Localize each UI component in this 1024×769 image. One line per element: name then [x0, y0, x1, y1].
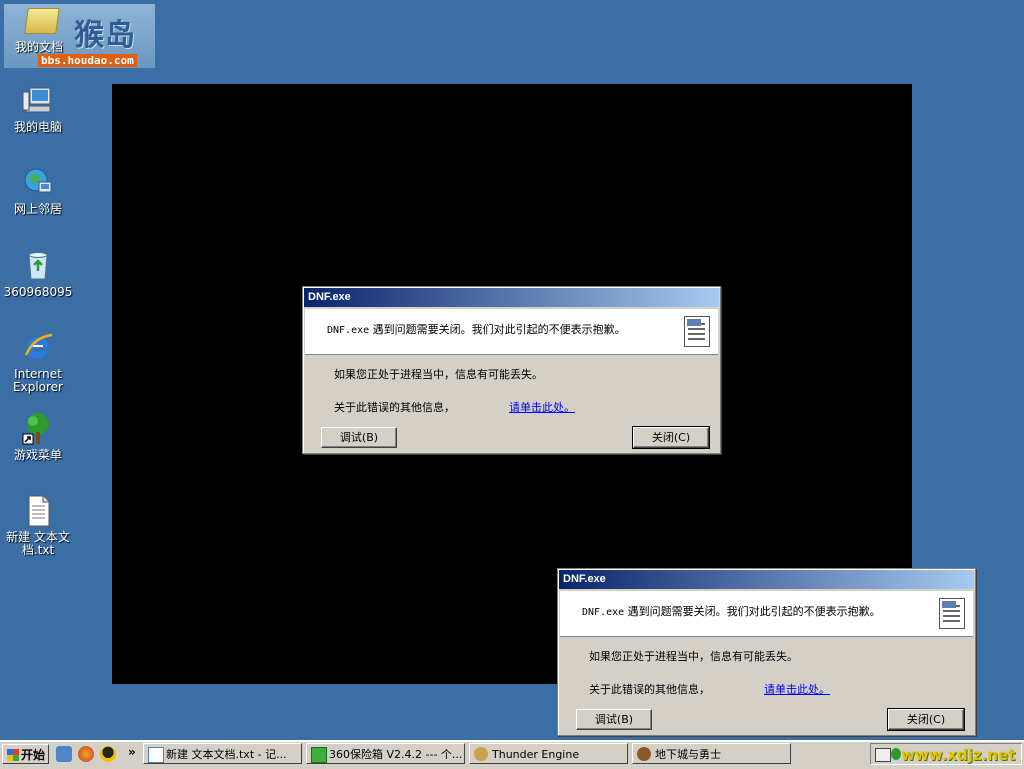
tray-app-icon[interactable]: [891, 748, 901, 760]
more-info-link[interactable]: 请单击此处。: [764, 681, 830, 697]
dialog-title[interactable]: DNF.exe: [304, 288, 719, 307]
desktop-icon-text-document[interactable]: 新建 文本文档.txt: [0, 494, 76, 557]
debug-button[interactable]: 调试(B): [576, 709, 652, 730]
dialog-message: DNF.exe 遇到问题需要关闭。我们对此引起的不便表示抱歉。: [582, 603, 881, 619]
dialog-info-line: 如果您正处于进程当中，信息有可能丢失。: [334, 368, 543, 381]
dialog-title[interactable]: DNF.exe: [559, 570, 974, 589]
desktop-icon-recycle-bin[interactable]: 360968095: [0, 249, 76, 299]
desktop-icon-label: Internet Explorer: [13, 367, 63, 394]
dialog-message: DNF.exe 遇到问题需要关闭。我们对此引起的不便表示抱歉。: [327, 321, 626, 337]
tree-shortcut-icon: [21, 412, 55, 446]
dialog-exe-name: DNF.exe: [327, 325, 370, 336]
safe-360-icon: [311, 747, 327, 763]
task-label: 新建 文本文档.txt - 记...: [166, 748, 287, 761]
text-document-icon: [21, 494, 55, 528]
desktop-icon-label: 网上邻居: [13, 202, 62, 216]
desktop-icon-internet-explorer[interactable]: Internet Explorer: [0, 331, 76, 394]
desktop-icon-game-menu[interactable]: 游戏菜单: [0, 412, 76, 462]
my-documents-icon[interactable]: [24, 8, 60, 34]
error-dialog: DNF.exe DNF.exe 遇到问题需要关闭。我们对此引起的不便表示抱歉。 …: [557, 568, 976, 736]
quicklaunch-chevron[interactable]: »: [128, 745, 136, 759]
task-dnf-game[interactable]: 地下城与勇士: [632, 743, 791, 764]
debug-button[interactable]: 调试(B): [321, 427, 397, 448]
close-button[interactable]: 关闭(C): [887, 708, 965, 731]
thunder-engine-icon: [474, 747, 488, 761]
more-info-link[interactable]: 请单击此处。: [509, 399, 575, 415]
task-360-safe[interactable]: 360保险箱 V2.4.2 --- 个...: [306, 743, 465, 764]
desktop-icon-label: 我的电脑: [13, 120, 62, 134]
watermark-url: bbs.houdao.com: [38, 54, 137, 67]
start-label: 开始: [20, 748, 45, 762]
desktop-icon-network-places[interactable]: 网上邻居: [0, 166, 76, 216]
dialog-exe-name: DNF.exe: [582, 607, 625, 618]
error-report-icon: [684, 316, 710, 347]
dialog-more-info-label: 关于此错误的其他信息，: [589, 683, 710, 696]
network-places-icon: [21, 166, 55, 200]
dialog-message-text: 遇到问题需要关闭。我们对此引起的不便表示抱歉。: [369, 323, 626, 336]
keyboard-icon[interactable]: [875, 748, 891, 762]
error-report-icon: [939, 598, 965, 629]
desktop-icon-my-computer[interactable]: 我的电脑: [0, 84, 76, 134]
xdjz-watermark: www.xdjz.net: [901, 746, 1016, 764]
task-label: 360保险箱 V2.4.2 --- 个...: [329, 748, 463, 761]
dialog-info-line: 如果您正处于进程当中，信息有可能丢失。: [589, 650, 798, 663]
windows-flag-icon: [7, 749, 19, 761]
desktop-icon-label: 新建 文本文档.txt: [6, 530, 70, 557]
internet-explorer-icon: [21, 331, 55, 365]
system-tray: www.xdjz.net: [870, 743, 1022, 765]
desktop-icon-label: 360968095: [3, 285, 73, 299]
start-button[interactable]: 开始: [2, 744, 49, 764]
desktop: 我的文档 猴岛 bbs.houdao.com 我的电脑 网上邻居 3609680…: [0, 0, 1024, 740]
error-dialog: DNF.exe DNF.exe 遇到问题需要关闭。我们对此引起的不便表示抱歉。 …: [302, 286, 721, 454]
show-desktop-icon[interactable]: [56, 746, 72, 762]
dialog-message-text: 遇到问题需要关闭。我们对此引起的不便表示抱歉。: [624, 605, 881, 618]
task-label: 地下城与勇士: [655, 748, 721, 761]
notepad-icon: [148, 747, 164, 763]
dialog-message-panel: DNF.exe 遇到问题需要关闭。我们对此引起的不便表示抱歉。: [560, 591, 973, 637]
browser-icon[interactable]: [78, 746, 94, 762]
taskbar: 开始 » 新建 文本文档.txt - 记... 360保险箱 V2.4.2 --…: [0, 740, 1024, 769]
recycle-bin-icon: [21, 249, 55, 283]
houdao-watermark: 我的文档 猴岛 bbs.houdao.com: [4, 4, 155, 68]
dialog-message-panel: DNF.exe 遇到问题需要关闭。我们对此引起的不便表示抱歉。: [305, 309, 718, 355]
my-documents-label[interactable]: 我的文档: [15, 38, 63, 55]
my-computer-icon: [21, 84, 55, 118]
task-thunder-engine[interactable]: Thunder Engine: [469, 743, 628, 764]
task-label: Thunder Engine: [492, 748, 580, 761]
dnf-game-icon: [637, 747, 651, 761]
task-notepad[interactable]: 新建 文本文档.txt - 记...: [143, 743, 302, 764]
dialog-more-info-label: 关于此错误的其他信息，: [334, 401, 455, 414]
qq-penguin-icon[interactable]: [100, 746, 116, 762]
close-button[interactable]: 关闭(C): [632, 426, 710, 449]
watermark-logo: 猴岛: [74, 18, 136, 53]
desktop-icon-label: 游戏菜单: [13, 448, 62, 462]
